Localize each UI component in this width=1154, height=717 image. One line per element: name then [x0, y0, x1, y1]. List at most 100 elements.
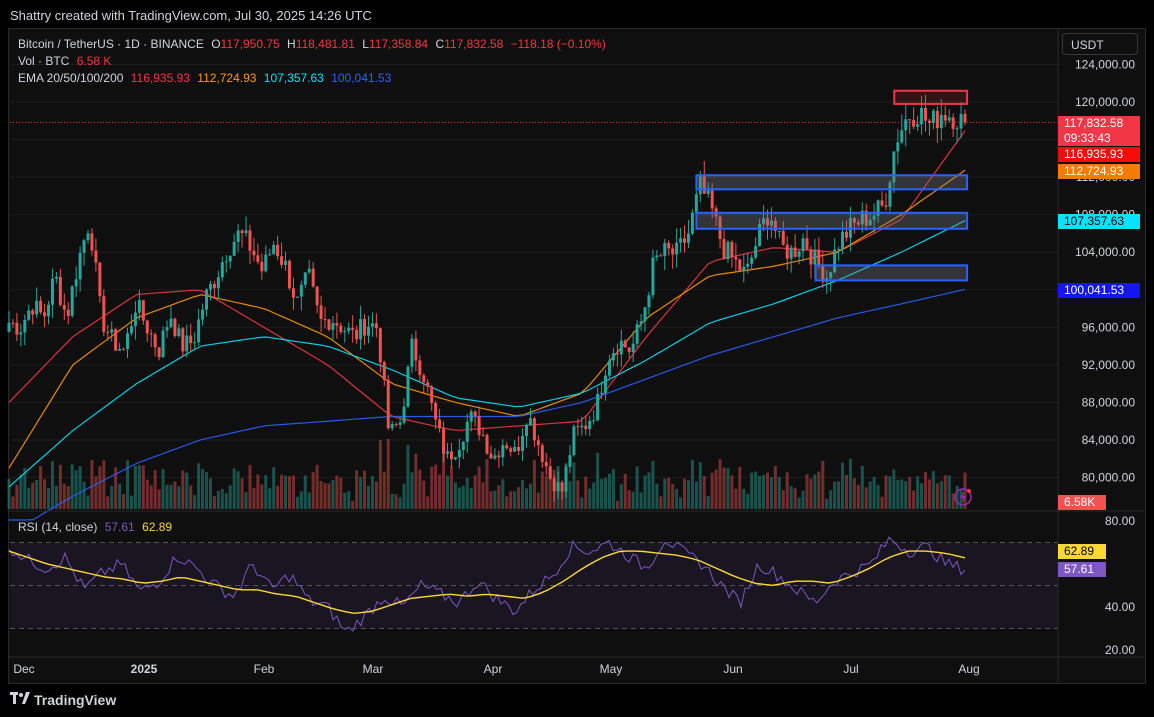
volume-bar	[469, 488, 473, 509]
chart-canvas[interactable]: 124,000.00120,000.00116,000.00112,000.00…	[0, 0, 1154, 717]
candle-body	[11, 322, 15, 324]
zone-box-red	[893, 89, 969, 105]
volume-bar	[528, 483, 532, 509]
volume-bar	[615, 500, 619, 509]
last-price-value: 117,832.58	[1064, 116, 1124, 130]
candle-body	[592, 420, 596, 422]
candle-body	[809, 249, 813, 265]
open-label: O	[211, 37, 221, 51]
volume-bar	[252, 488, 256, 509]
volume-bar	[813, 474, 817, 509]
volume-bar	[359, 477, 363, 509]
candle-body	[276, 244, 280, 257]
candle-body	[311, 268, 315, 287]
candle-body	[521, 435, 525, 451]
candle-body	[485, 435, 489, 454]
candle-body	[307, 268, 311, 273]
volume-bar	[714, 469, 718, 509]
footer	[0, 684, 1154, 717]
volume-bar	[382, 471, 386, 509]
volume-bar	[363, 470, 367, 509]
candle-body	[272, 244, 276, 255]
volume-bar	[406, 444, 410, 509]
volume-bar	[785, 472, 789, 509]
candle-body	[43, 312, 47, 317]
candle-body	[86, 233, 90, 241]
candle-body	[343, 331, 347, 333]
brand-name[interactable]: TradingView	[34, 692, 116, 708]
candle-body	[291, 288, 295, 298]
volume-bar	[821, 460, 825, 509]
volume-bar	[742, 488, 746, 509]
candle-body	[659, 255, 663, 257]
volume-bar	[66, 486, 70, 509]
volume-bar	[31, 482, 35, 509]
candle-body	[406, 366, 410, 407]
candle-body	[280, 256, 284, 265]
volume-bar	[864, 487, 868, 509]
rsi-label[interactable]: RSI (14, close)	[18, 520, 97, 534]
volume-bar	[185, 472, 189, 509]
volume-bar	[667, 477, 671, 509]
volume-bar	[912, 490, 916, 509]
candle-body	[797, 251, 801, 257]
tradingview-logo-icon	[10, 692, 30, 704]
candle-body	[355, 329, 359, 340]
volume-label[interactable]: Vol · BTC	[18, 54, 69, 68]
time-tick-label: Mar	[363, 662, 384, 676]
volume-bar	[959, 489, 963, 509]
candle-body	[102, 296, 106, 332]
candle-body	[920, 107, 924, 125]
volume-bar	[133, 466, 137, 509]
last-price-tag: 117,832.58 09:33:43	[1058, 116, 1140, 146]
candle-body	[477, 416, 481, 436]
candle-body	[453, 457, 457, 460]
candle-body	[66, 309, 70, 316]
close-label: C	[435, 37, 445, 51]
candle-body	[149, 333, 153, 335]
candle-body	[560, 482, 564, 492]
symbol-name[interactable]: Bitcoin / TetherUS · 1D · BINANCE	[18, 37, 204, 51]
candle-body	[880, 200, 884, 206]
candle-body	[596, 393, 600, 421]
candle-body	[923, 107, 927, 121]
candle-body	[374, 323, 378, 329]
time-tick-label: 2025	[131, 662, 158, 676]
candle-body	[260, 261, 264, 272]
candle-body	[323, 319, 327, 321]
candle-body	[422, 375, 426, 383]
volume-bar	[161, 469, 165, 509]
candle-body	[315, 286, 319, 306]
candle-body	[927, 120, 931, 123]
ema-label[interactable]: EMA 20/50/100/200	[18, 71, 123, 85]
volume-bar	[746, 493, 750, 509]
volume-bar	[765, 472, 769, 509]
rsi-tick-label: 20.00	[1105, 643, 1135, 657]
candle-body	[683, 238, 687, 243]
currency-button[interactable]: USDT	[1062, 33, 1138, 55]
candle-body	[386, 379, 390, 429]
candle-body	[359, 319, 363, 340]
volume-bar	[568, 481, 572, 509]
candle-body	[600, 392, 604, 394]
volume-bar	[228, 485, 232, 509]
candle-body	[671, 248, 675, 255]
ema200-tag: 100,041.53	[1058, 283, 1140, 298]
candle-body	[497, 455, 501, 458]
low-value: 117,358.84	[368, 37, 429, 51]
volume-bar	[402, 483, 406, 509]
volume-bar	[698, 462, 702, 509]
candle-body	[517, 447, 521, 451]
volume-bar	[118, 483, 122, 509]
candle-body	[509, 448, 513, 452]
volume-bar	[287, 476, 291, 509]
zone-box-blue	[695, 174, 969, 191]
volume-bar	[607, 473, 611, 509]
candle-body	[813, 249, 817, 265]
candle-body	[781, 230, 785, 245]
volume-bar	[335, 475, 339, 509]
candle-body	[169, 318, 173, 328]
candle-body	[951, 117, 955, 130]
volume-bar	[430, 466, 434, 509]
volume-bar	[7, 478, 11, 509]
